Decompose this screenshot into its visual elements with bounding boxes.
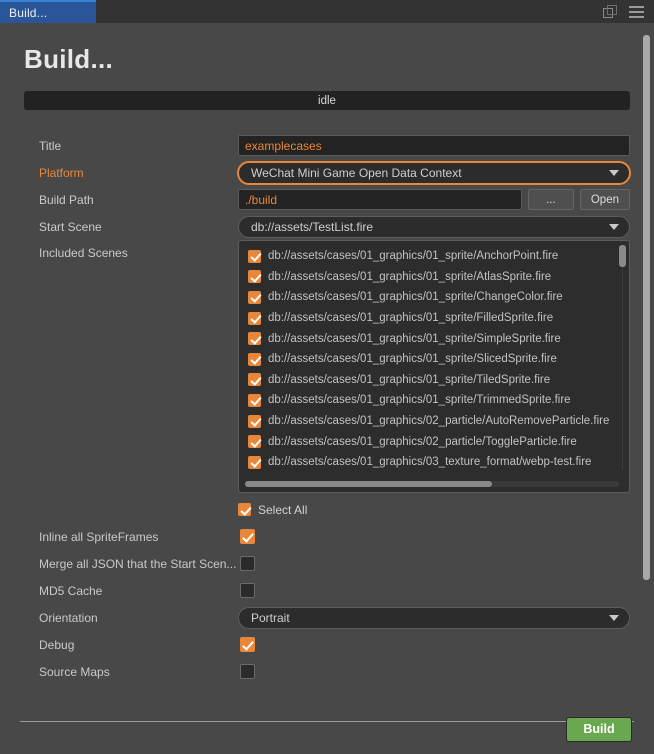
scene-list-item[interactable]: db://assets/cases/01_graphics/01_sprite/… bbox=[239, 267, 629, 288]
tab-build-label: Build... bbox=[9, 5, 48, 20]
inline-spriteframes-checkbox[interactable] bbox=[240, 529, 255, 544]
field-row-start-scene: Start Scene db://assets/TestList.fire bbox=[24, 213, 630, 240]
scene-item-label: db://assets/cases/01_graphics/01_sprite/… bbox=[268, 270, 552, 283]
scene-item-label: db://assets/cases/01_graphics/01_sprite/… bbox=[268, 394, 571, 407]
orientation-dropdown[interactable]: Portrait bbox=[238, 606, 630, 629]
scene-item-checkbox[interactable] bbox=[248, 414, 261, 428]
hamburger-menu-icon[interactable] bbox=[629, 5, 644, 18]
label-inline-spriteframes: Inline all SpriteFrames bbox=[39, 529, 159, 544]
start-scene-dropdown[interactable]: db://assets/TestList.fire bbox=[238, 215, 630, 238]
browse-button[interactable]: ... bbox=[527, 189, 574, 210]
scenes-horizontal-scroll-track[interactable] bbox=[245, 481, 619, 487]
scene-item-label: db://assets/cases/01_graphics/01_sprite/… bbox=[268, 373, 551, 386]
platform-dropdown-value: WeChat Mini Game Open Data Context bbox=[251, 165, 462, 180]
debug-checkbox[interactable] bbox=[240, 637, 255, 652]
scene-list-item[interactable]: db://assets/cases/01_graphics/01_sprite/… bbox=[239, 287, 629, 308]
field-row-select-all: Select All bbox=[24, 496, 630, 523]
scene-list-item[interactable]: db://assets/cases/01_graphics/02_particl… bbox=[239, 431, 629, 452]
title-input[interactable] bbox=[238, 135, 630, 156]
platform-dropdown[interactable]: WeChat Mini Game Open Data Context bbox=[238, 161, 630, 184]
scene-list-item[interactable]: db://assets/cases/01_graphics/01_sprite/… bbox=[239, 308, 629, 329]
label-included-scenes: Included Scenes bbox=[39, 246, 128, 260]
build-status-text: idle bbox=[318, 94, 336, 107]
field-row-source-maps: Source Maps bbox=[24, 658, 630, 685]
scene-item-label: db://assets/cases/01_graphics/02_particl… bbox=[268, 435, 577, 448]
page-title: Build... bbox=[24, 44, 114, 74]
scene-item-checkbox[interactable] bbox=[248, 270, 261, 284]
chevron-down-icon bbox=[609, 223, 619, 230]
scenes-vertical-scroll-track bbox=[622, 267, 623, 470]
scenes-vertical-scrollbar-thumb[interactable] bbox=[619, 245, 626, 267]
tabbar-icon-group bbox=[603, 0, 654, 23]
field-row-merge-json: Merge all JSON that the Start Scen... bbox=[24, 550, 630, 577]
label-orientation: Orientation bbox=[39, 610, 98, 625]
scene-item-label: db://assets/cases/01_graphics/01_sprite/… bbox=[268, 312, 554, 325]
build-panel: Build... idle Title Platform WeChat Mini… bbox=[0, 23, 654, 754]
tabbar-spacer bbox=[96, 0, 603, 23]
scene-item-label: db://assets/cases/01_graphics/03_texture… bbox=[268, 456, 592, 469]
scene-list-item[interactable]: db://assets/cases/01_graphics/02_particl… bbox=[239, 411, 629, 432]
start-scene-value: db://assets/TestList.fire bbox=[251, 219, 374, 234]
label-merge-json: Merge all JSON that the Start Scen... bbox=[39, 556, 237, 571]
open-button[interactable]: Open bbox=[579, 189, 630, 210]
label-source-maps: Source Maps bbox=[39, 664, 110, 679]
scenes-horizontal-scrollbar-thumb[interactable] bbox=[245, 481, 492, 487]
field-row-platform: Platform WeChat Mini Game Open Data Cont… bbox=[24, 159, 630, 186]
scene-list-item[interactable]: db://assets/cases/01_graphics/01_sprite/… bbox=[239, 328, 629, 349]
chevron-down-icon bbox=[609, 169, 619, 176]
included-scenes-list[interactable]: db://assets/cases/01_graphics/01_sprite/… bbox=[238, 240, 630, 493]
popout-icon[interactable] bbox=[603, 5, 617, 18]
build-path-input[interactable] bbox=[238, 189, 522, 210]
field-row-title: Title bbox=[24, 132, 630, 159]
tab-build[interactable]: Build... bbox=[0, 0, 96, 23]
scene-item-checkbox[interactable] bbox=[248, 435, 261, 449]
chevron-down-icon bbox=[609, 614, 619, 621]
scene-item-checkbox[interactable] bbox=[248, 332, 261, 346]
scene-list-item[interactable]: db://assets/cases/01_graphics/01_sprite/… bbox=[239, 246, 629, 267]
merge-json-checkbox[interactable] bbox=[240, 556, 255, 571]
scene-item-checkbox[interactable] bbox=[248, 352, 261, 366]
md5-cache-checkbox[interactable] bbox=[240, 583, 255, 598]
build-button[interactable]: Build bbox=[566, 716, 632, 742]
field-row-orientation: Orientation Portrait bbox=[24, 604, 630, 631]
field-row-md5-cache: MD5 Cache bbox=[24, 577, 630, 604]
scene-item-checkbox[interactable] bbox=[248, 373, 261, 387]
scene-item-checkbox[interactable] bbox=[248, 290, 261, 304]
field-row-included-scenes: Included Scenes db://assets/cases/01_gra… bbox=[24, 240, 630, 493]
orientation-value: Portrait bbox=[251, 610, 290, 625]
select-all-label: Select All bbox=[258, 502, 308, 517]
source-maps-checkbox[interactable] bbox=[240, 664, 255, 679]
scene-list-item[interactable]: db://assets/cases/01_graphics/01_sprite/… bbox=[239, 349, 629, 370]
scene-item-checkbox[interactable] bbox=[248, 311, 261, 325]
scene-item-checkbox[interactable] bbox=[248, 455, 261, 469]
build-status-bar: idle bbox=[24, 91, 630, 110]
scene-item-label: db://assets/cases/01_graphics/01_sprite/… bbox=[268, 291, 563, 304]
window-tabbar: Build... bbox=[0, 0, 654, 23]
scene-list-item[interactable]: db://assets/cases/01_graphics/03_texture… bbox=[239, 452, 629, 473]
label-md5-cache: MD5 Cache bbox=[39, 583, 103, 598]
scene-item-label: db://assets/cases/01_graphics/02_particl… bbox=[268, 415, 610, 428]
scene-item-checkbox[interactable] bbox=[248, 249, 261, 263]
label-build-path: Build Path bbox=[39, 192, 94, 207]
page-scrollbar-thumb[interactable] bbox=[643, 35, 650, 580]
scene-item-label: db://assets/cases/01_graphics/01_sprite/… bbox=[268, 250, 559, 263]
scene-item-label: db://assets/cases/01_graphics/01_sprite/… bbox=[268, 353, 557, 366]
label-title: Title bbox=[39, 138, 62, 153]
field-row-debug: Debug bbox=[24, 631, 630, 658]
label-platform: Platform bbox=[39, 165, 84, 180]
scene-list-item[interactable]: db://assets/cases/01_graphics/01_sprite/… bbox=[239, 370, 629, 391]
scene-item-checkbox[interactable] bbox=[248, 393, 261, 407]
scene-item-label: db://assets/cases/01_graphics/01_sprite/… bbox=[268, 332, 561, 345]
field-row-build-path: Build Path ... Open bbox=[24, 186, 630, 213]
label-start-scene: Start Scene bbox=[39, 219, 102, 234]
select-all-control[interactable]: Select All bbox=[238, 503, 307, 517]
panel-footer: Build bbox=[0, 704, 654, 754]
build-form: Title Platform WeChat Mini Game Open Dat… bbox=[18, 132, 636, 685]
scene-list-item[interactable]: db://assets/cases/01_graphics/01_sprite/… bbox=[239, 390, 629, 411]
label-debug: Debug bbox=[39, 637, 75, 652]
field-row-inline-spriteframes: Inline all SpriteFrames bbox=[24, 523, 630, 550]
select-all-checkbox[interactable] bbox=[238, 503, 251, 516]
